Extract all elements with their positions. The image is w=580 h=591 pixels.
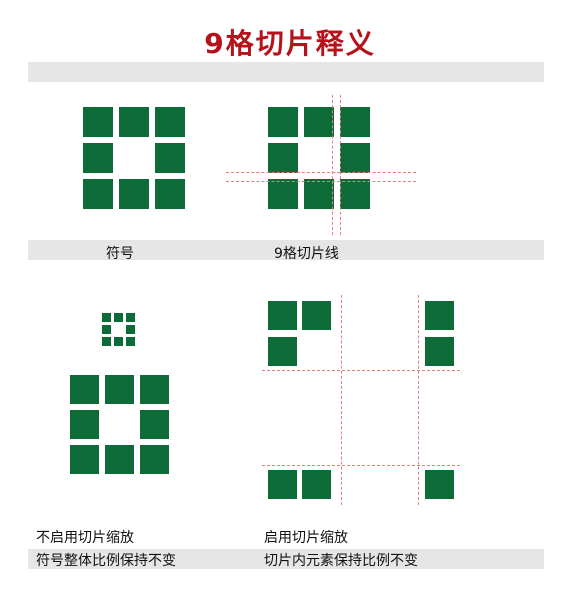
tile (304, 107, 334, 137)
label-no-scale-line2: 符号整体比例保持不变 (36, 553, 176, 569)
tile (340, 179, 370, 209)
label-symbol: 符号 (106, 246, 134, 262)
slice-guide-vertical (341, 295, 342, 505)
tile (114, 337, 123, 346)
slice-guide-vertical (332, 95, 333, 235)
slice-guide-horizontal (262, 465, 460, 466)
tile (126, 313, 135, 322)
tile (83, 179, 113, 209)
tile (268, 107, 298, 137)
tile (105, 445, 134, 474)
tile (83, 143, 113, 173)
tile (140, 375, 169, 404)
diagram-title: 9格切片释义 (204, 27, 376, 60)
header-band (28, 62, 544, 82)
tile (268, 470, 297, 499)
tile (302, 470, 331, 499)
label-slice-lines: 9格切片线 (274, 246, 339, 262)
tile (155, 107, 185, 137)
tile (268, 179, 298, 209)
tile (70, 410, 99, 439)
tile (114, 313, 123, 322)
tile (340, 143, 370, 173)
tile (425, 470, 454, 499)
tile (268, 143, 298, 173)
slice-guide-vertical (418, 295, 419, 505)
tile (140, 410, 169, 439)
tile (102, 325, 111, 334)
label-scale-line1: 启用切片缩放 (264, 530, 348, 546)
tile (140, 445, 169, 474)
tile (105, 375, 134, 404)
tile (70, 375, 99, 404)
slice-guide-horizontal (226, 172, 416, 173)
tile (70, 445, 99, 474)
label-scale-line2: 切片内元素保持比例不变 (264, 553, 418, 569)
slice-guide-horizontal (262, 370, 460, 371)
tile (340, 107, 370, 137)
tile (119, 107, 149, 137)
tile (268, 301, 297, 330)
tile (155, 143, 185, 173)
tile (425, 301, 454, 330)
label-no-scale-line1: 不启用切片缩放 (36, 530, 134, 546)
tile (425, 337, 454, 366)
slice-guide-vertical (340, 95, 341, 235)
tile (268, 337, 297, 366)
tile (126, 325, 135, 334)
tile (119, 179, 149, 209)
tile (302, 301, 331, 330)
tile (102, 313, 111, 322)
tile (83, 107, 113, 137)
slice-guide-horizontal (226, 181, 416, 182)
tile (126, 337, 135, 346)
tile (102, 337, 111, 346)
tile (155, 179, 185, 209)
tile (304, 179, 334, 209)
